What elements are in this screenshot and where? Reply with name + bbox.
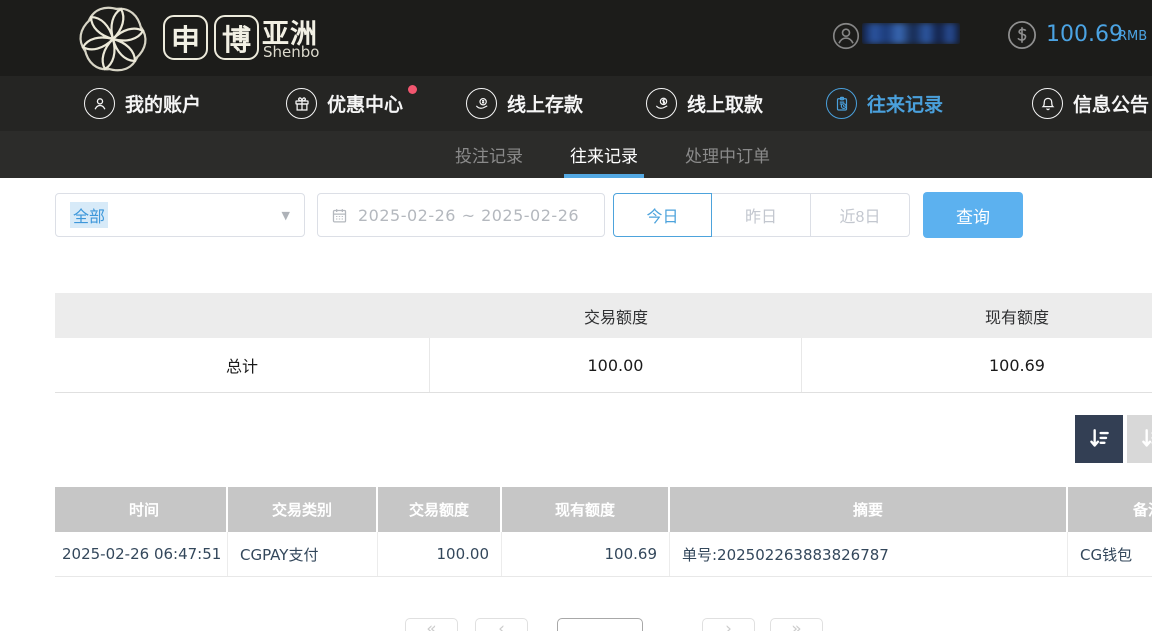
cell-balance: 100.69 [502,532,670,576]
nav-label: 往来记录 [867,90,943,117]
nav-item-promotions[interactable]: 优惠中心 [286,76,403,131]
tab-label: 投注记录 [455,142,523,167]
previous-page-button[interactable]: ‹ [475,618,528,631]
brand-char-shen: 申 [163,15,208,60]
transactions-table: 时间 交易类别 交易额度 现有额度 摘要 备注 2025-02-26 06:47… [55,487,1152,577]
username-redacted[interactable] [862,23,960,44]
col-header-remark: 备注 [1068,487,1152,532]
col-header-type: 交易类别 [228,487,378,532]
summary-table: 交易额度 现有额度 总计 100.00 100.69 [55,293,1152,393]
chevron-down-icon: ▼ [282,209,290,222]
user-avatar-icon[interactable] [832,22,860,50]
col-header-transaction-amount: 交易额度 [378,487,502,532]
cell-summary: 单号:202502263883826787 [670,532,1068,576]
tab-betting-records[interactable]: 投注记录 [455,131,523,178]
withdraw-icon [646,88,677,119]
cell-time: 2025-02-26 06:47:51 [55,532,228,576]
today-button[interactable]: 今日 [613,193,712,237]
nav-item-my-account[interactable]: 我的账户 [84,76,201,131]
sort-ascending-button[interactable] [1127,415,1152,463]
tab-transaction-records[interactable]: 往来记录 [570,131,638,178]
gift-icon [286,88,317,119]
tab-label: 往来记录 [570,142,638,167]
calendar-icon [331,207,348,224]
top-header-bar: 申 博 亚洲 Shenbo 100.69 RMB [0,0,1152,76]
summary-total-label: 总计 [55,338,430,392]
brand-flower-icon [76,3,150,75]
cell-type: CGPAY支付 [228,532,378,576]
col-header-time: 时间 [55,487,228,532]
last-8-days-button[interactable]: 近8日 [811,193,910,237]
col-header-balance: 现有额度 [502,487,670,532]
page-number-input[interactable] [557,618,643,631]
nav-item-deposit[interactable]: 线上存款 [466,76,583,131]
brand-subtitle: Shenbo [263,43,319,61]
summary-total-row: 总计 100.00 100.69 [55,338,1152,393]
nav-label: 我的账户 [125,90,201,117]
transaction-records-page: 申 博 亚洲 Shenbo 100.69 RMB [0,0,1152,631]
first-page-button[interactable]: « [405,618,458,631]
nav-label: 线上取款 [687,90,763,117]
brand-char-bo: 博 [214,15,259,60]
active-tab-underline [564,174,644,178]
deposit-icon [466,88,497,119]
tab-label: 处理中订单 [685,142,770,167]
nav-label: 线上存款 [507,90,583,117]
table-header-row: 时间 交易类别 交易额度 现有额度 摘要 备注 [55,487,1152,532]
nav-item-withdraw[interactable]: 线上取款 [646,76,763,131]
sort-descending-button[interactable] [1075,415,1123,463]
summary-header-empty [55,293,430,338]
balance-currency: RMB [1118,29,1147,44]
nav-item-announcements[interactable]: 信息公告 [1032,76,1149,131]
nav-label: 优惠中心 [327,90,403,117]
yesterday-button[interactable]: 昨日 [712,193,811,237]
tab-processing-orders[interactable]: 处理中订单 [685,131,770,178]
main-navigation: 我的账户 优惠中心 线上存款 [0,76,1152,131]
nav-item-transaction-records[interactable]: 往来记录 [826,76,943,131]
summary-header-transaction: 交易额度 [430,293,802,338]
table-row: 2025-02-26 06:47:51 CGPAY支付 100.00 100.6… [55,532,1152,577]
balance-amount[interactable]: 100.69 [1046,22,1123,47]
balance-coin-icon [1007,20,1037,50]
selected-type-value: 全部 [70,202,108,228]
summary-header-balance: 现有额度 [802,293,1152,338]
date-range-value: 2025-02-26 ~ 2025-02-26 [358,206,579,225]
bell-icon [1032,88,1063,119]
summary-total-transaction: 100.00 [430,338,802,392]
cell-transaction-amount: 100.00 [378,532,502,576]
col-header-summary: 摘要 [670,487,1068,532]
date-range-picker[interactable]: 2025-02-26 ~ 2025-02-26 [317,193,605,237]
next-page-button[interactable]: › [702,618,755,631]
transaction-type-select[interactable]: 全部 ▼ [55,193,305,237]
records-icon [826,88,857,119]
cell-remark: CG钱包 [1068,532,1152,576]
query-button[interactable]: 查询 [923,192,1023,238]
nav-label: 信息公告 [1073,90,1149,117]
last-page-button[interactable]: » [770,618,823,631]
notification-dot-badge [408,85,417,94]
summary-total-balance: 100.69 [802,338,1152,392]
quick-date-button-group: 今日 昨日 近8日 [613,193,910,237]
user-icon [84,88,115,119]
summary-header-row: 交易额度 现有额度 [55,293,1152,338]
record-tabs-bar: 投注记录 往来记录 处理中订单 [0,131,1152,178]
